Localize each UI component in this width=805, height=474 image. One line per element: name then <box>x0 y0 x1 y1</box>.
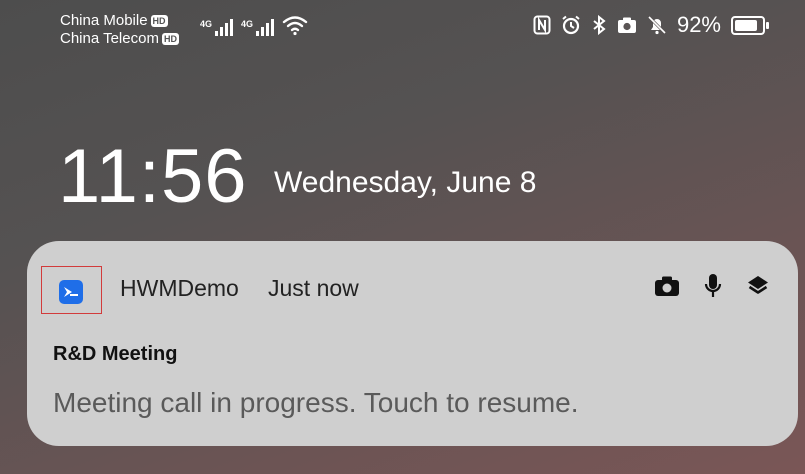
alarm-icon <box>562 15 580 35</box>
notification-time: Just now <box>268 275 359 301</box>
mail-icon <box>64 287 78 297</box>
battery-icon <box>731 15 769 35</box>
hd-badge: HD <box>150 15 168 27</box>
lock-screen-time: 11:56 <box>58 134 248 219</box>
bluetooth-icon <box>593 15 606 35</box>
microphone-icon[interactable] <box>704 273 722 299</box>
carrier-name: China Mobile <box>60 12 148 29</box>
notification-message: Meeting call in progress. Touch to resum… <box>53 387 579 418</box>
app-icon[interactable] <box>59 280 83 304</box>
notification-card[interactable]: HWMDemo Just now R&D Meeting Meeting cal… <box>27 241 798 446</box>
signal-icon: 4G <box>200 19 234 36</box>
camera-icon[interactable] <box>654 275 680 297</box>
signal-icon: 4G <box>241 19 275 36</box>
signal-indicators: 4G 4G <box>200 14 308 36</box>
nfc-icon <box>533 15 551 35</box>
carrier-name: China Telecom <box>60 30 159 47</box>
battery-percent: 92% <box>676 12 721 37</box>
network-type-label: 4G <box>200 19 213 29</box>
status-bar: China Mobile HD China Telecom HD 4G 4G 9… <box>0 0 805 48</box>
app-icon-highlight[interactable] <box>41 266 102 314</box>
carrier-1: China Mobile HD <box>60 12 179 30</box>
lock-screen-date: Wednesday, June 8 <box>274 166 537 199</box>
notification-title: R&D Meeting <box>53 343 178 365</box>
carrier-info: China Mobile HD China Telecom HD <box>60 12 179 48</box>
layers-icon[interactable] <box>746 274 770 298</box>
wifi-icon <box>282 16 308 36</box>
network-type-label: 4G <box>241 19 254 29</box>
system-icons: 92% <box>533 12 769 38</box>
notification-app-name: HWMDemo <box>120 275 239 301</box>
camera-icon <box>617 17 636 33</box>
mute-bell-icon <box>647 15 667 35</box>
carrier-2: China Telecom HD <box>60 30 179 48</box>
hd-badge: HD <box>161 33 179 45</box>
notification-actions <box>654 273 770 299</box>
